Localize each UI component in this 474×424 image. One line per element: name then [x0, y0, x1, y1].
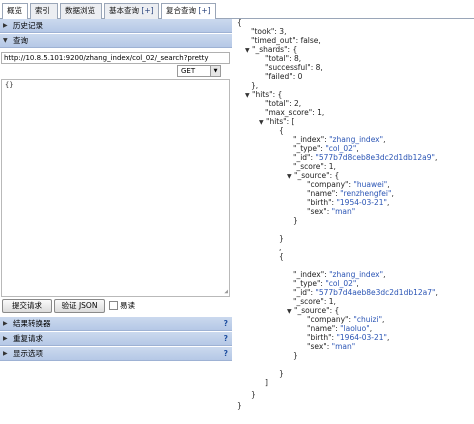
json-hit-score: "_score": 1, — [293, 297, 336, 306]
resize-grip-icon[interactable]: ◢ — [224, 288, 228, 295]
collapse-triangle-icon[interactable]: ▼ — [259, 119, 264, 126]
tab-label: 索引 — [35, 6, 50, 15]
tab-browser[interactable]: 数据浏览 — [60, 3, 102, 19]
json-hit-score: "_score": 1, — [293, 162, 336, 171]
history-label: 历史记录 — [13, 21, 43, 30]
query-label: 查询 — [13, 36, 28, 45]
repeat-request-header[interactable]: ▶ 重复请求 ? — [0, 332, 232, 346]
json-hit-open: { — [279, 252, 284, 261]
json-hit-sex: "sex": "man" — [307, 207, 356, 216]
json-hit-type: "_type": "col_02", — [293, 279, 359, 288]
method-value: GET — [181, 67, 196, 75]
triangle-right-icon: ▶ — [3, 350, 8, 357]
request-panel: ▶ 历史记录 ▼ 查询 http://10.8.5.101:9200/zhang… — [0, 19, 232, 365]
tab-label: 概览 — [7, 6, 22, 15]
json-open-brace: { — [237, 18, 242, 27]
json-line-max-score: "max_score": 1, — [265, 108, 325, 117]
collapse-triangle-icon[interactable]: ▼ — [287, 173, 292, 180]
json-hit-name: "name": "laoluo", — [307, 324, 373, 333]
repeat-request-label: 重复请求 — [13, 334, 43, 343]
json-hit-birth: "birth": "1964-03-21", — [307, 333, 390, 342]
display-options-header[interactable]: ▶ 显示选项 ? — [0, 347, 232, 361]
tab-basic-query[interactable]: 基本查询 [+] — [104, 3, 159, 19]
json-hit-id: "_id": "577b7d4aeb8e3dc2d1db12a7", — [293, 288, 438, 297]
json-hit-index: "_index": "zhang_index", — [293, 270, 386, 279]
pretty-checkbox[interactable] — [109, 301, 118, 310]
validate-json-button[interactable]: 验证 JSON — [54, 299, 105, 313]
display-options-label: 显示选项 — [13, 349, 43, 358]
triangle-down-icon: ▼ — [3, 37, 8, 44]
tab-indices[interactable]: 索引 — [30, 3, 58, 19]
url-input[interactable]: http://10.8.5.101:9200/zhang_index/col_0… — [1, 52, 230, 64]
tab-add[interactable]: [+] — [141, 6, 153, 15]
json-result-viewer: { "took": 3, "timed_out": false, ▼ "_sha… — [232, 0, 474, 424]
query-section-header[interactable]: ▼ 查询 — [0, 34, 232, 48]
json-hit-sex: "sex": "man" — [307, 342, 356, 351]
chevron-down-icon[interactable]: ▼ — [210, 66, 220, 76]
json-close-hits-array: ] — [265, 378, 268, 387]
json-line-hits-array: ▼ "hits": [ — [259, 117, 295, 126]
json-line-shards-successful: "successful": 8, — [265, 63, 323, 72]
json-hit-open: { — [279, 126, 284, 135]
collapse-triangle-icon[interactable]: ▼ — [245, 92, 250, 99]
json-hit-company: "company": "chuizi", — [307, 315, 385, 324]
validate-json-label: 验证 JSON — [61, 301, 98, 310]
triangle-right-icon: ▶ — [3, 335, 8, 342]
collapse-triangle-icon[interactable]: ▼ — [245, 47, 250, 54]
json-hit-index: "_index": "zhang_index", — [293, 135, 386, 144]
tab-label: 数据浏览 — [65, 6, 95, 15]
submit-request-button[interactable]: 提交请求 — [2, 299, 52, 313]
json-close-shards: }, — [251, 81, 259, 90]
method-select[interactable]: GET ▼ — [177, 65, 221, 77]
submit-request-label: 提交请求 — [12, 301, 42, 310]
request-body-text: {} — [5, 81, 14, 89]
json-hit-close: } — [279, 234, 284, 243]
json-hit-type: "_type": "col_02", — [293, 144, 359, 153]
json-hit-company: "company": "huawei", — [307, 180, 390, 189]
json-line-shards-total: "total": 8, — [265, 54, 302, 63]
json-line-timed-out: "timed_out": false, — [251, 36, 321, 45]
json-line-hits-total: "total": 2, — [265, 99, 302, 108]
result-transformer-label: 结果转换器 — [13, 319, 51, 328]
result-transformer-header[interactable]: ▶ 结果转换器 ? — [0, 317, 232, 331]
json-close-source: } — [293, 216, 298, 225]
tab-add[interactable]: [+] — [198, 6, 210, 15]
help-icon[interactable]: ? — [224, 347, 228, 360]
json-hit-birth: "birth": "1954-03-21", — [307, 198, 390, 207]
json-close-brace: } — [237, 401, 242, 410]
triangle-right-icon: ▶ — [3, 320, 8, 327]
json-line-shards-failed: "failed": 0 — [265, 72, 303, 81]
tab-label: 复合查询 — [166, 6, 196, 15]
tab-compound-query[interactable]: 复合查询 [+] — [161, 3, 216, 20]
help-icon[interactable]: ? — [224, 332, 228, 345]
triangle-right-icon: ▶ — [3, 22, 8, 29]
history-section-header[interactable]: ▶ 历史记录 — [0, 19, 232, 33]
json-hit-close: } — [279, 369, 284, 378]
help-icon[interactable]: ? — [224, 317, 228, 330]
json-hit-separator: , — [279, 243, 282, 252]
pretty-label: 易读 — [120, 301, 135, 310]
json-hit-id: "_id": "577b7d8ceb8e3dc2d1db12a9", — [293, 153, 438, 162]
json-close-hits: } — [251, 390, 256, 399]
json-hit-name: "name": "renzhengfei", — [307, 189, 394, 198]
json-line-took: "took": 3, — [251, 27, 287, 36]
json-close-source: } — [293, 351, 298, 360]
tab-overview[interactable]: 概览 — [2, 3, 28, 20]
tab-label: 基本查询 — [109, 6, 139, 15]
collapse-triangle-icon[interactable]: ▼ — [287, 308, 292, 315]
request-body-editor[interactable]: {} ◢ — [1, 79, 230, 297]
